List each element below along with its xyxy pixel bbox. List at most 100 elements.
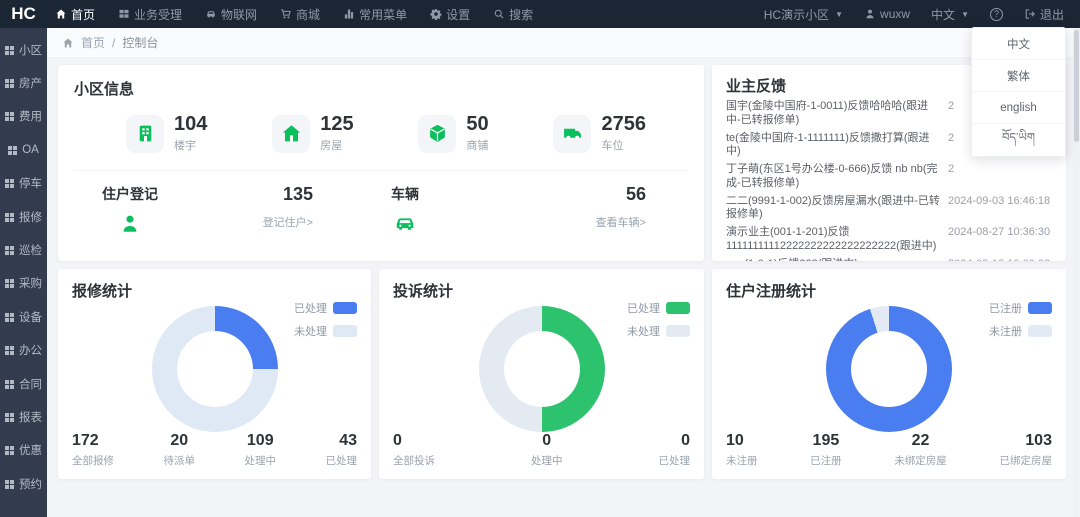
menu-item-traditional[interactable]: 繁体: [972, 60, 1065, 92]
sidebar: 小区 房产 费用 OA 停车 报修 巡检 采购 设备 办公 合同 报表 优惠 预…: [0, 28, 47, 517]
legend-item[interactable]: 已处理: [294, 300, 357, 316]
sidebar-item-label: 合同: [19, 376, 42, 392]
chart-icon: [343, 8, 355, 20]
resident-link[interactable]: 登记住户>: [263, 214, 313, 230]
chart-stats: 0全部投诉 0处理中 0已处理: [393, 432, 690, 468]
legend-item[interactable]: 未注册: [989, 323, 1052, 339]
legend-label: 已注册: [989, 300, 1022, 316]
list-item[interactable]: 二二(9991-1-002)反馈房屋漏水(跟进中-已转报修单)2024-09-0…: [726, 195, 1052, 223]
content: 小区信息 104 楼宇: [47, 58, 1080, 479]
feedback-text: te(金陵中国府-1-1111111)反馈撒打算(跟进中): [726, 132, 948, 160]
main-area: 首页 / 控制台 小区信息 104 楼宇: [47, 28, 1080, 517]
feedback-time: 2024-08-12 10:09:02: [948, 258, 1052, 262]
section-label: 车辆: [391, 184, 419, 204]
sidebar-item-office[interactable]: 办公: [0, 334, 47, 367]
stat-label: 已处理: [659, 453, 691, 468]
community-info-card: 小区信息 104 楼宇: [58, 65, 704, 261]
username: wuxw: [880, 7, 910, 21]
nav-label: 商城: [296, 6, 320, 23]
stat-value: 22: [894, 432, 947, 450]
legend-label: 已处理: [627, 300, 660, 316]
sidebar-item-label: 设备: [19, 309, 42, 325]
grid-icon: [8, 145, 18, 155]
chart-stats: 10未注册 195已注册 22未绑定房屋 103已绑定房屋: [726, 432, 1052, 468]
help-button[interactable]: ?: [990, 8, 1003, 21]
grid-icon: [5, 212, 15, 222]
stat-label: 未注册: [726, 453, 758, 468]
resident-registration: 住户登记 135 登记住户>: [102, 184, 357, 235]
menu-item-chinese[interactable]: 中文: [972, 28, 1065, 60]
nav-home[interactable]: 首页: [55, 6, 95, 23]
search-icon: [493, 8, 505, 20]
stat-label: 处理中: [245, 453, 277, 468]
nav-common-menu[interactable]: 常用菜单: [343, 6, 407, 23]
stat-buildings: 104 楼宇: [126, 114, 207, 153]
nav-business[interactable]: 业务受理: [118, 6, 182, 23]
person-icon: [119, 213, 141, 235]
sidebar-item-oa[interactable]: OA: [0, 133, 47, 166]
sidebar-item-community[interactable]: 小区: [0, 33, 47, 66]
legend-label: 未处理: [294, 323, 327, 339]
user-menu[interactable]: wuxw: [864, 7, 910, 21]
legend-swatch: [1028, 302, 1052, 314]
sidebar-item-label: 小区: [19, 42, 42, 58]
menu-item-tibetan[interactable]: བོད་ཡིག: [972, 124, 1065, 156]
vertical-scrollbar[interactable]: [1073, 28, 1080, 517]
registration-stats-card: 住户注册统计 已注册 未注册 10未注册 195已注册 22未绑定房屋 103已…: [712, 269, 1066, 479]
community-selector[interactable]: HC演示小区 ▼: [764, 6, 843, 23]
list-item[interactable]: 丁子萌(东区1号办公楼-0-666)反馈 nb nb(完成-已转报修单)2: [726, 163, 1052, 191]
grid-icon: [5, 312, 15, 322]
nav-label: 常用菜单: [359, 6, 407, 23]
language-selector[interactable]: 中文 ▼: [931, 6, 969, 23]
sidebar-item-report[interactable]: 报表: [0, 400, 47, 433]
legend-item[interactable]: 已处理: [627, 300, 690, 316]
feedback-text: 丁子萌(东区1号办公楼-0-666)反馈 nb nb(完成-已转报修单): [726, 163, 948, 191]
nav-mall[interactable]: 商城: [280, 6, 320, 23]
list-item[interactable]: 演示业主(001-1-201)反馈 1111111111222222222222…: [726, 226, 1052, 254]
legend-label: 已处理: [294, 300, 327, 316]
nav-settings[interactable]: 设置: [430, 6, 470, 23]
stat-label: 房屋: [320, 137, 353, 153]
chevron-down-icon: ▼: [835, 10, 843, 19]
sidebar-item-parking[interactable]: 停车: [0, 167, 47, 200]
stat-label: 待派单: [164, 453, 196, 468]
legend-item[interactable]: 未处理: [627, 323, 690, 339]
card-title: 报修统计: [72, 280, 357, 301]
scrollbar-thumb[interactable]: [1074, 30, 1079, 142]
sidebar-item-appointment[interactable]: 预约: [0, 467, 47, 500]
sidebar-item-discount[interactable]: 优惠: [0, 434, 47, 467]
sidebar-item-label: 费用: [19, 108, 42, 124]
legend-item[interactable]: 未处理: [294, 323, 357, 339]
stat-value: 0: [531, 432, 563, 450]
grid-icon: [5, 111, 15, 121]
community-name: HC演示小区: [764, 6, 829, 23]
topbar: HC 首页 业务受理 物联网 商城 常用菜单: [0, 0, 1080, 28]
sidebar-item-purchase[interactable]: 采购: [0, 267, 47, 300]
menu-item-english[interactable]: english: [972, 92, 1065, 124]
car-icon: [205, 8, 217, 20]
list-item[interactable]: qqq(1-0-1)反馈323(跟进中)2024-08-12 10:09:02: [726, 258, 1052, 262]
stat-label: 已绑定房屋: [999, 453, 1052, 468]
card-title: 住户注册统计: [726, 280, 1052, 301]
legend-swatch: [333, 325, 357, 337]
box-icon: [418, 115, 456, 153]
vehicle-link[interactable]: 查看车辆>: [596, 214, 646, 230]
nav-search[interactable]: 搜索: [493, 6, 533, 23]
legend-swatch: [666, 302, 690, 314]
sidebar-item-inspection[interactable]: 巡检: [0, 233, 47, 266]
logout-button[interactable]: 退出: [1024, 6, 1064, 23]
stat-value: 103: [999, 432, 1052, 450]
legend-item[interactable]: 已注册: [989, 300, 1052, 316]
topbar-right: HC演示小区 ▼ wuxw 中文 ▼ ? 退出: [764, 6, 1080, 23]
sidebar-item-fees[interactable]: 费用: [0, 100, 47, 133]
vehicle-section: 车辆 56 查看车辆>: [357, 184, 646, 235]
sidebar-item-label: 报修: [19, 209, 42, 225]
sidebar-item-repair[interactable]: 报修: [0, 200, 47, 233]
nav-iot[interactable]: 物联网: [205, 6, 257, 23]
sidebar-item-equipment[interactable]: 设备: [0, 300, 47, 333]
sidebar-item-property[interactable]: 房产: [0, 66, 47, 99]
sidebar-item-contract[interactable]: 合同: [0, 367, 47, 400]
feedback-text: 演示业主(001-1-201)反馈 1111111111222222222222…: [726, 226, 948, 254]
breadcrumb-home[interactable]: 首页: [81, 34, 105, 51]
logout-icon: [1024, 8, 1036, 20]
